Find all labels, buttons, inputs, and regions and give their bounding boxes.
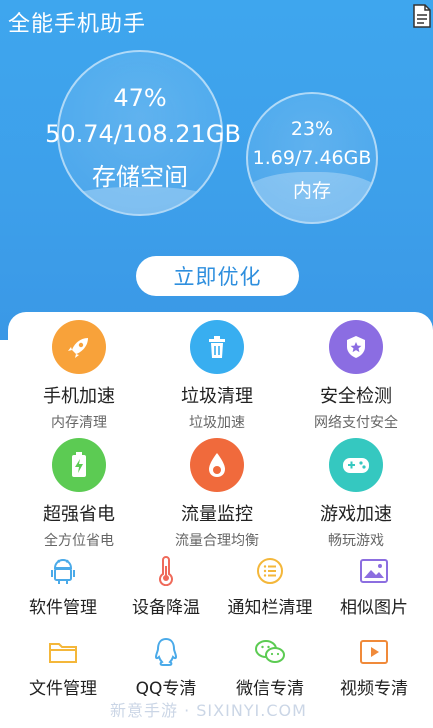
feature-title: 安全检测 bbox=[320, 386, 392, 407]
feature-subtitle: 畅玩游戏 bbox=[328, 533, 384, 549]
tool-app-manager[interactable]: 软件管理 bbox=[9, 555, 117, 618]
tool-label: 相似图片 bbox=[340, 598, 408, 618]
feature-subtitle: 流量合理均衡 bbox=[175, 533, 259, 549]
memory-label: 内存 bbox=[292, 180, 331, 202]
tool-label: 软件管理 bbox=[29, 598, 97, 618]
tool-wechat-clean[interactable]: 微信专清 bbox=[216, 636, 324, 699]
header-banner: 全能手机助手 47% 50.74/108.21GB 存储空间 23% 1.69/… bbox=[0, 0, 433, 340]
feature-game-boost[interactable]: 游戏加速 畅玩游戏 bbox=[286, 438, 426, 550]
feature-security-check[interactable]: 安全检测 网络支付安全 bbox=[286, 320, 426, 432]
feature-phone-speedup[interactable]: 手机加速 内存清理 bbox=[9, 320, 149, 432]
feature-subtitle: 垃圾加速 bbox=[189, 415, 245, 431]
gamepad-icon bbox=[329, 438, 383, 492]
tool-file-manager[interactable]: 文件管理 bbox=[9, 636, 117, 699]
document-icon[interactable] bbox=[412, 4, 432, 28]
feature-traffic-monitor[interactable]: 流量监控 流量合理均衡 bbox=[147, 438, 287, 550]
shield-star-icon bbox=[329, 320, 383, 374]
feature-subtitle: 全方位省电 bbox=[44, 533, 114, 549]
tool-label: 文件管理 bbox=[29, 679, 97, 699]
tool-device-cooling[interactable]: 设备降温 bbox=[112, 555, 220, 618]
feature-title: 垃圾清理 bbox=[181, 386, 253, 407]
tool-label: 设备降温 bbox=[132, 598, 200, 618]
trash-icon bbox=[190, 320, 244, 374]
feature-subtitle: 内存清理 bbox=[51, 415, 107, 431]
optimize-button[interactable]: 立即优化 bbox=[136, 256, 299, 296]
feature-title: 游戏加速 bbox=[320, 504, 392, 525]
memory-percent: 23% bbox=[290, 118, 334, 140]
folder-icon bbox=[47, 636, 79, 668]
storage-percent: 47% bbox=[113, 84, 167, 112]
tool-qq-clean[interactable]: QQ专清 bbox=[112, 636, 220, 699]
list-icon bbox=[254, 555, 286, 587]
feature-power-saving[interactable]: 超强省电 全方位省电 bbox=[9, 438, 149, 550]
tool-label: 微信专清 bbox=[236, 679, 304, 699]
rocket-icon bbox=[52, 320, 106, 374]
feature-title: 手机加速 bbox=[43, 386, 115, 407]
tool-similar-images[interactable]: 相似图片 bbox=[320, 555, 428, 618]
feature-junk-clean[interactable]: 垃圾清理 垃圾加速 bbox=[147, 320, 287, 432]
app-title: 全能手机助手 bbox=[8, 12, 147, 37]
android-icon bbox=[47, 555, 79, 587]
tool-label: 视频专清 bbox=[340, 679, 408, 699]
drop-icon bbox=[190, 438, 244, 492]
watermark: 新意手游 · SIXINYI.COM bbox=[110, 701, 307, 720]
battery-icon bbox=[52, 438, 106, 492]
image-icon bbox=[358, 555, 390, 587]
wechat-icon bbox=[254, 636, 286, 668]
feature-subtitle: 网络支付安全 bbox=[314, 415, 398, 431]
storage-size: 50.74/108.21GB bbox=[45, 120, 241, 148]
thermometer-icon bbox=[150, 555, 182, 587]
feature-title: 超强省电 bbox=[43, 504, 115, 525]
storage-label: 存储空间 bbox=[92, 163, 188, 191]
video-icon bbox=[358, 636, 390, 668]
qq-icon bbox=[150, 636, 182, 668]
tool-notification-clean[interactable]: 通知栏清理 bbox=[216, 555, 324, 618]
feature-title: 流量监控 bbox=[181, 504, 253, 525]
tool-video-clean[interactable]: 视频专清 bbox=[320, 636, 428, 699]
tool-label: 通知栏清理 bbox=[227, 598, 313, 618]
memory-size: 1.69/7.46GB bbox=[252, 147, 372, 169]
tool-label: QQ专清 bbox=[135, 679, 197, 699]
